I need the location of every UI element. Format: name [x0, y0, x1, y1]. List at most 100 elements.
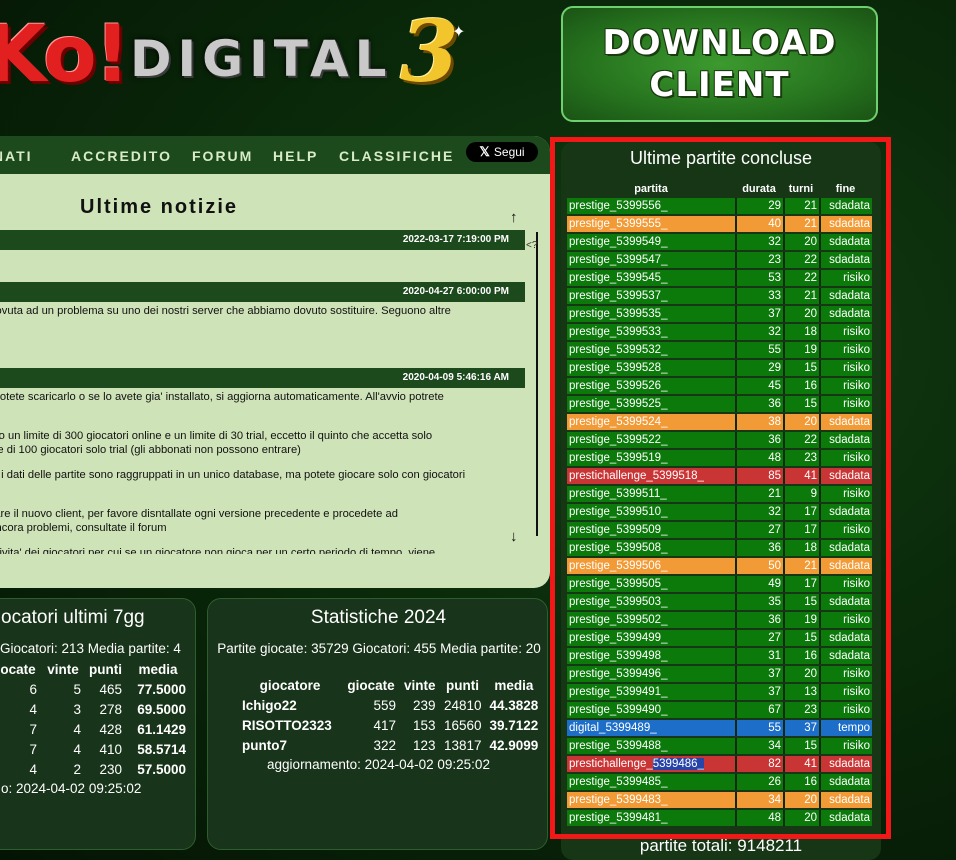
game-link[interactable]: prestige_5399505_ [567, 576, 735, 592]
game-link[interactable]: prestige_5399524_ [567, 414, 735, 430]
game-end-type: sdadata [819, 216, 872, 232]
table-row[interactable]: prestige_5399549_ 32 20 sdadata [567, 234, 872, 250]
table-row[interactable]: prestige_5399485_ 26 16 sdadata [567, 774, 872, 790]
game-link[interactable]: prestige_5399545_ [567, 270, 735, 286]
nav-item-help[interactable]: HELP [273, 148, 318, 164]
player-name[interactable]: RISOTTO2323 [238, 715, 342, 735]
game-link[interactable]: prestige_5399510_ [567, 504, 735, 520]
game-link[interactable]: prestichallenge_5399518_ [567, 468, 735, 484]
game-link[interactable]: prestige_5399499_ [567, 630, 735, 646]
table-row[interactable]: prestige_5399488_ 34 15 risiko [567, 738, 872, 754]
column-header: giocatore [259, 677, 321, 693]
game-link[interactable]: prestige_5399485_ [567, 774, 735, 790]
table-row[interactable]: digital_5399489_ 55 37 tempo [567, 720, 872, 736]
table-row[interactable]: prestige_5399481_ 48 20 sdadata [567, 810, 872, 826]
table-row[interactable]: prestichallenge_5399518_ 85 41 sdadata [567, 468, 872, 484]
table-row[interactable]: prestige_5399556_ 29 21 sdadata [567, 198, 872, 214]
scroll-up-arrow-icon[interactable]: ↑ [510, 209, 518, 226]
game-end-type: risiko [819, 396, 872, 412]
game-link[interactable]: prestige_5399555_ [567, 216, 735, 232]
table-row[interactable]: prestige_5399528_ 29 15 risiko [567, 360, 872, 376]
game-link[interactable]: prestige_5399532_ [567, 342, 735, 358]
scroll-down-arrow-icon[interactable]: ↓ [510, 528, 518, 545]
game-link[interactable]: prestige_5399508_ [567, 540, 735, 556]
game-link[interactable]: prestichallenge_5399486_ [567, 756, 735, 772]
weekly-summary: Giocatori: 213 Media partite: 4 [0, 641, 181, 656]
game-link[interactable]: prestige_5399509_ [567, 522, 735, 538]
game-link[interactable]: prestige_5399503_ [567, 594, 735, 610]
table-row[interactable]: prestige_5399498_ 31 16 sdadata [567, 648, 872, 664]
x-follow-button[interactable]: 𝕏 Segui [466, 142, 538, 162]
game-link[interactable]: prestige_5399496_ [567, 666, 735, 682]
news-scrollbar[interactable] [536, 232, 538, 536]
table-row[interactable]: prestige_5399506_ 50 21 sdadata [567, 558, 872, 574]
table-row[interactable]: prestige_5399545_ 53 22 risiko [567, 270, 872, 286]
news-scroll-area[interactable]: 2022-03-17 7:19:00 PM 2020-04-27 6:00:00… [0, 226, 525, 554]
download-client-button[interactable]: DOWNLOAD CLIENT [561, 6, 878, 122]
column-header: fine [835, 183, 856, 195]
table-row[interactable]: prestichallenge_5399486_ 82 41 sdadata [567, 756, 872, 772]
nav-item-accredito[interactable]: ACCREDITO [71, 148, 172, 164]
game-link[interactable]: prestige_5399522_ [567, 432, 735, 448]
table-cell: 58.5714 [137, 741, 186, 757]
table-row[interactable]: prestige_5399491_ 37 13 risiko [567, 684, 872, 700]
game-link[interactable]: prestige_5399488_ [567, 738, 735, 754]
game-link[interactable]: prestige_5399511_ [567, 486, 735, 502]
table-row[interactable]: prestige_5399547_ 23 22 sdadata [567, 252, 872, 268]
table-row[interactable]: prestige_5399502_ 36 19 risiko [567, 612, 872, 628]
table-row[interactable]: prestige_5399505_ 49 17 risiko [567, 576, 872, 592]
table-row[interactable]: prestige_5399535_ 37 20 sdadata [567, 306, 872, 322]
table-row[interactable]: prestige_5399483_ 34 20 sdadata [567, 792, 872, 808]
game-link[interactable]: prestige_5399490_ [567, 702, 735, 718]
game-link[interactable]: prestige_5399526_ [567, 378, 735, 394]
table-row[interactable]: prestige_5399490_ 67 23 risiko [567, 702, 872, 718]
game-end-type: risiko [819, 324, 872, 340]
game-link[interactable]: prestige_5399483_ [567, 792, 735, 808]
game-link[interactable]: prestige_5399549_ [567, 234, 735, 250]
table-row[interactable]: prestige_5399522_ 36 22 sdadata [567, 432, 872, 448]
table-row[interactable]: prestige_5399509_ 27 17 risiko [567, 522, 872, 538]
player-name[interactable]: punto7 [238, 735, 342, 755]
yearly-summary: Partite giocate: 35729 Giocatori: 455 Me… [217, 641, 541, 656]
table-row[interactable]: prestige_5399524_ 38 20 sdadata [567, 414, 872, 430]
game-link[interactable]: prestige_5399502_ [567, 612, 735, 628]
table-row[interactable]: prestige_5399532_ 55 19 risiko [567, 342, 872, 358]
table-row[interactable]: prestige_5399537_ 33 21 sdadata [567, 288, 872, 304]
scroll-handle-icon[interactable]: <? [526, 240, 537, 251]
game-link[interactable]: prestige_5399506_ [567, 558, 735, 574]
nav-item-forum[interactable]: FORUM [192, 148, 253, 164]
table-row[interactable]: prestige_5399519_ 48 23 risiko [567, 450, 872, 466]
table-row[interactable]: prestige_5399510_ 32 17 sdadata [567, 504, 872, 520]
table-row[interactable]: prestige_5399499_ 27 15 sdadata [567, 630, 872, 646]
game-link[interactable]: prestige_5399528_ [567, 360, 735, 376]
table-cell: 24810 [443, 697, 482, 713]
nav-item-classifiche[interactable]: CLASSIFICHE [339, 148, 454, 164]
game-link[interactable]: prestige_5399556_ [567, 198, 735, 214]
table-row[interactable]: prestige_5399526_ 45 16 risiko [567, 378, 872, 394]
game-link[interactable]: prestige_5399525_ [567, 396, 735, 412]
player-name[interactable]: Ichigo22 [238, 695, 342, 715]
table-row[interactable]: prestige_5399533_ 32 18 risiko [567, 324, 872, 340]
game-link[interactable]: digital_5399489_ [567, 720, 735, 736]
game-link[interactable]: prestige_5399519_ [567, 450, 735, 466]
game-link[interactable]: prestige_5399498_ [567, 648, 735, 664]
nav-item-abbonati[interactable]: ONATI [0, 148, 33, 164]
game-link[interactable]: prestige_5399547_ [567, 252, 735, 268]
table-row: 6 5 465 77.5000 [0, 679, 190, 699]
site-logo[interactable]: Ko! DIGITAL 3 ✦ [0, 0, 480, 110]
game-end-type: sdadata [819, 252, 872, 268]
game-link[interactable]: prestige_5399533_ [567, 324, 735, 340]
game-turns: 23 [783, 702, 819, 718]
game-link[interactable]: prestige_5399535_ [567, 306, 735, 322]
game-duration: 85 [735, 468, 783, 484]
table-row[interactable]: prestige_5399555_ 40 21 sdadata [567, 216, 872, 232]
table-row[interactable]: prestige_5399525_ 36 15 risiko [567, 396, 872, 412]
table-row[interactable]: prestige_5399508_ 36 18 sdadata [567, 540, 872, 556]
table-row[interactable]: prestige_5399511_ 21 9 risiko [567, 486, 872, 502]
game-link[interactable]: prestige_5399491_ [567, 684, 735, 700]
table-row[interactable]: prestige_5399496_ 37 20 risiko [567, 666, 872, 682]
game-link[interactable]: prestige_5399481_ [567, 810, 735, 826]
game-link[interactable]: prestige_5399537_ [567, 288, 735, 304]
news-date-bar: 2020-04-09 5:46:16 AM [0, 368, 525, 388]
table-row[interactable]: prestige_5399503_ 35 15 sdadata [567, 594, 872, 610]
